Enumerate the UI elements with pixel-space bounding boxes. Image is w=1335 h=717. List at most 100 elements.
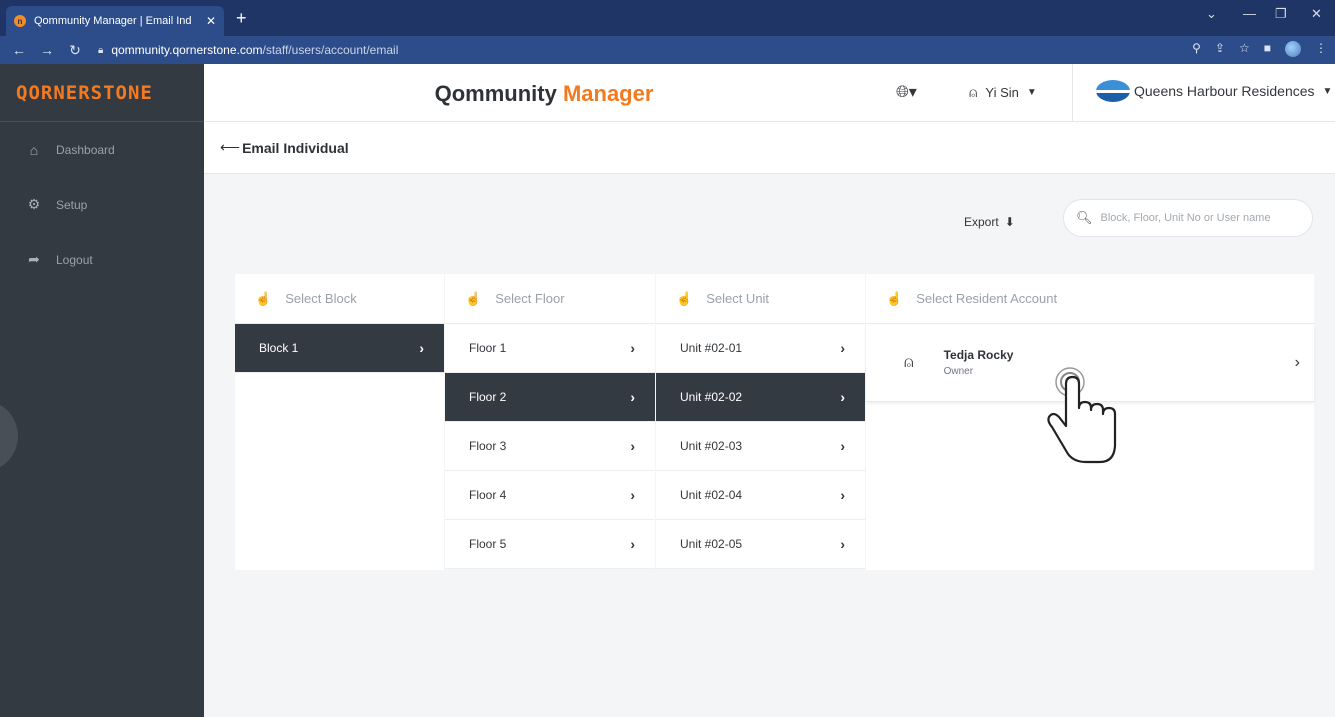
search-input[interactable]	[1100, 212, 1301, 224]
search-icon: 🔍︎	[1076, 210, 1093, 225]
reload-icon[interactable]: ↻	[66, 42, 84, 59]
search-box[interactable]: 🔍︎	[1063, 199, 1313, 237]
floor-row[interactable]: Floor 2 ›	[445, 373, 655, 422]
column-header-label: Select Floor	[495, 291, 565, 306]
resident-role: Owner	[943, 366, 974, 377]
row-label: Block 1	[259, 341, 299, 355]
gear-icon: ⚙	[27, 196, 41, 212]
restore-icon[interactable]: ❐	[1275, 6, 1287, 22]
unit-column: ☝ Select Unit Unit #02-01 › Unit #02-02 › …	[656, 274, 865, 569]
block-column: ☝ Select Block Block 1 ›	[235, 274, 444, 570]
tab-search-chevron-icon[interactable]: ⌄	[1206, 6, 1217, 22]
share-icon[interactable]: ⇪	[1215, 41, 1225, 57]
sidebar-item-setup[interactable]: ⚙ Setup	[0, 177, 204, 232]
address-bar: ← → ↻ 🔒︎ qommunity.qornerstone.com/staff…	[0, 36, 1335, 64]
page-header: ⟵ Email Individual	[204, 122, 1335, 174]
profile-avatar-icon[interactable]	[1285, 41, 1301, 57]
bookmark-star-icon[interactable]: ☆	[1239, 41, 1250, 57]
block-column-header: ☝ Select Block	[235, 274, 444, 324]
chevron-right-icon: ›	[840, 438, 845, 454]
row-label: Floor 3	[469, 439, 507, 453]
row-label: Floor 5	[469, 537, 507, 551]
estate-name: Queens Harbour Residences	[1134, 83, 1315, 99]
zoom-search-icon[interactable]: ⚲	[1192, 41, 1201, 57]
column-header-label: Select Resident Account	[916, 291, 1058, 306]
row-label: Floor 1	[469, 341, 507, 355]
hand-pointer-icon: ☝	[676, 290, 693, 306]
hand-pointer-icon: ☝	[255, 290, 272, 306]
app-title: Qommunity Manager	[204, 81, 884, 107]
tab-close-icon[interactable]: ✕	[206, 14, 216, 28]
row-label: Floor 4	[469, 488, 507, 502]
export-button[interactable]: Export ⬇	[964, 215, 1015, 229]
chevron-right-icon: ›	[419, 340, 424, 356]
url-field[interactable]: qommunity.qornerstone.com/staff/users/ac…	[111, 43, 398, 57]
chevron-right-icon: ›	[630, 438, 635, 454]
caret-down-icon: ▼	[1322, 85, 1333, 97]
unit-row[interactable]: Unit #02-03 ›	[656, 422, 865, 471]
forward-nav-icon[interactable]: →	[38, 42, 56, 58]
chevron-right-icon: ›	[840, 487, 845, 503]
favicon-icon: n	[14, 15, 26, 27]
app-title-accent: Manager	[562, 81, 654, 106]
url-path: /staff/users/account/email	[262, 43, 399, 57]
lock-icon[interactable]: 🔒︎	[98, 45, 103, 56]
unit-row[interactable]: Unit #02-04 ›	[656, 471, 865, 520]
column-header-label: Select Unit	[706, 291, 770, 306]
sidepanel-icon[interactable]: ■	[1264, 41, 1271, 57]
page-title: Email Individual	[242, 139, 349, 156]
sidebar-item-dashboard[interactable]: ⌂ Dashboard	[0, 122, 204, 177]
row-label: Floor 2	[469, 390, 507, 404]
floor-row[interactable]: Floor 3 ›	[445, 422, 655, 471]
tab-title: Qommunity Manager | Email Ind	[34, 15, 192, 27]
sidebar: QORNERSTONE ⌂ Dashboard ⚙ Setup ➦ Logout	[0, 64, 204, 717]
chevron-right-icon: ›	[840, 536, 845, 552]
download-icon: ⬇	[1004, 215, 1015, 229]
chevron-right-icon: ›	[630, 340, 635, 356]
resident-info: Tedja Rocky Owner	[944, 348, 1014, 377]
row-label: Unit #02-04	[680, 488, 743, 502]
estate-logo	[1096, 80, 1130, 102]
window-close-icon[interactable]: ✕	[1311, 6, 1322, 22]
sidebar-item-logout[interactable]: ➦ Logout	[0, 232, 204, 287]
sidebar-collapse-handle[interactable]	[0, 400, 18, 472]
header-divider	[1072, 64, 1073, 122]
floor-row[interactable]: Floor 1 ›	[445, 324, 655, 373]
brand-logo[interactable]: QORNERSTONE	[0, 64, 204, 122]
home-icon: ⌂	[29, 141, 39, 158]
browser-titlebar: n Qommunity Manager | Email Ind ✕ + ⌄ — …	[0, 0, 1335, 36]
floor-row[interactable]: Floor 4 ›	[445, 471, 655, 520]
logout-icon: ➦	[28, 251, 40, 267]
new-tab-button[interactable]: +	[236, 8, 247, 29]
floor-row[interactable]: Floor 5 ›	[445, 520, 655, 569]
sidebar-item-label: Logout	[56, 252, 93, 267]
unit-row[interactable]: Unit #02-02 ›	[656, 373, 865, 422]
unit-row[interactable]: Unit #02-05 ›	[656, 520, 865, 569]
row-label: Unit #02-02	[680, 390, 743, 404]
back-nav-icon[interactable]: ←	[10, 42, 28, 58]
resident-name: Tedja Rocky	[943, 348, 1014, 362]
browser-menu-icon[interactable]: ⋮	[1315, 41, 1327, 57]
sidebar-item-label: Setup	[56, 197, 88, 212]
user-menu[interactable]: ⍝ Yi Sin ▼	[969, 84, 1037, 101]
url-domain: qommunity.qornerstone.com	[111, 43, 263, 57]
unit-row[interactable]: Unit #02-01 ›	[656, 324, 865, 373]
chevron-right-icon: ›	[1294, 353, 1300, 371]
hand-pointer-icon: ☝	[886, 290, 903, 306]
minimize-icon[interactable]: —	[1243, 6, 1256, 21]
unit-column-header: ☝ Select Unit	[656, 274, 865, 324]
estate-selector[interactable]: Queens Harbour Residences ▼	[1096, 80, 1332, 102]
browser-tab[interactable]: n Qommunity Manager | Email Ind ✕	[6, 6, 224, 36]
language-globe-icon[interactable]: 🌐︎▾	[896, 82, 917, 102]
export-label: Export	[964, 215, 999, 229]
tap-hand-cursor-icon	[1047, 367, 1117, 464]
app-title-main: Qommunity	[434, 81, 557, 106]
chevron-right-icon: ›	[630, 487, 635, 503]
app-header: Qommunity Manager 🌐︎▾ ⍝ Yi Sin ▼ Queens …	[204, 64, 1335, 122]
floor-column: ☝ Select Floor Floor 1 › Floor 2 › Floor 3…	[445, 274, 655, 569]
chevron-right-icon: ›	[630, 389, 635, 405]
block-row[interactable]: Block 1 ›	[235, 324, 444, 373]
back-arrow-icon[interactable]: ⟵	[220, 139, 240, 156]
row-label: Unit #02-05	[680, 537, 743, 551]
row-label: Unit #02-01	[680, 341, 743, 355]
